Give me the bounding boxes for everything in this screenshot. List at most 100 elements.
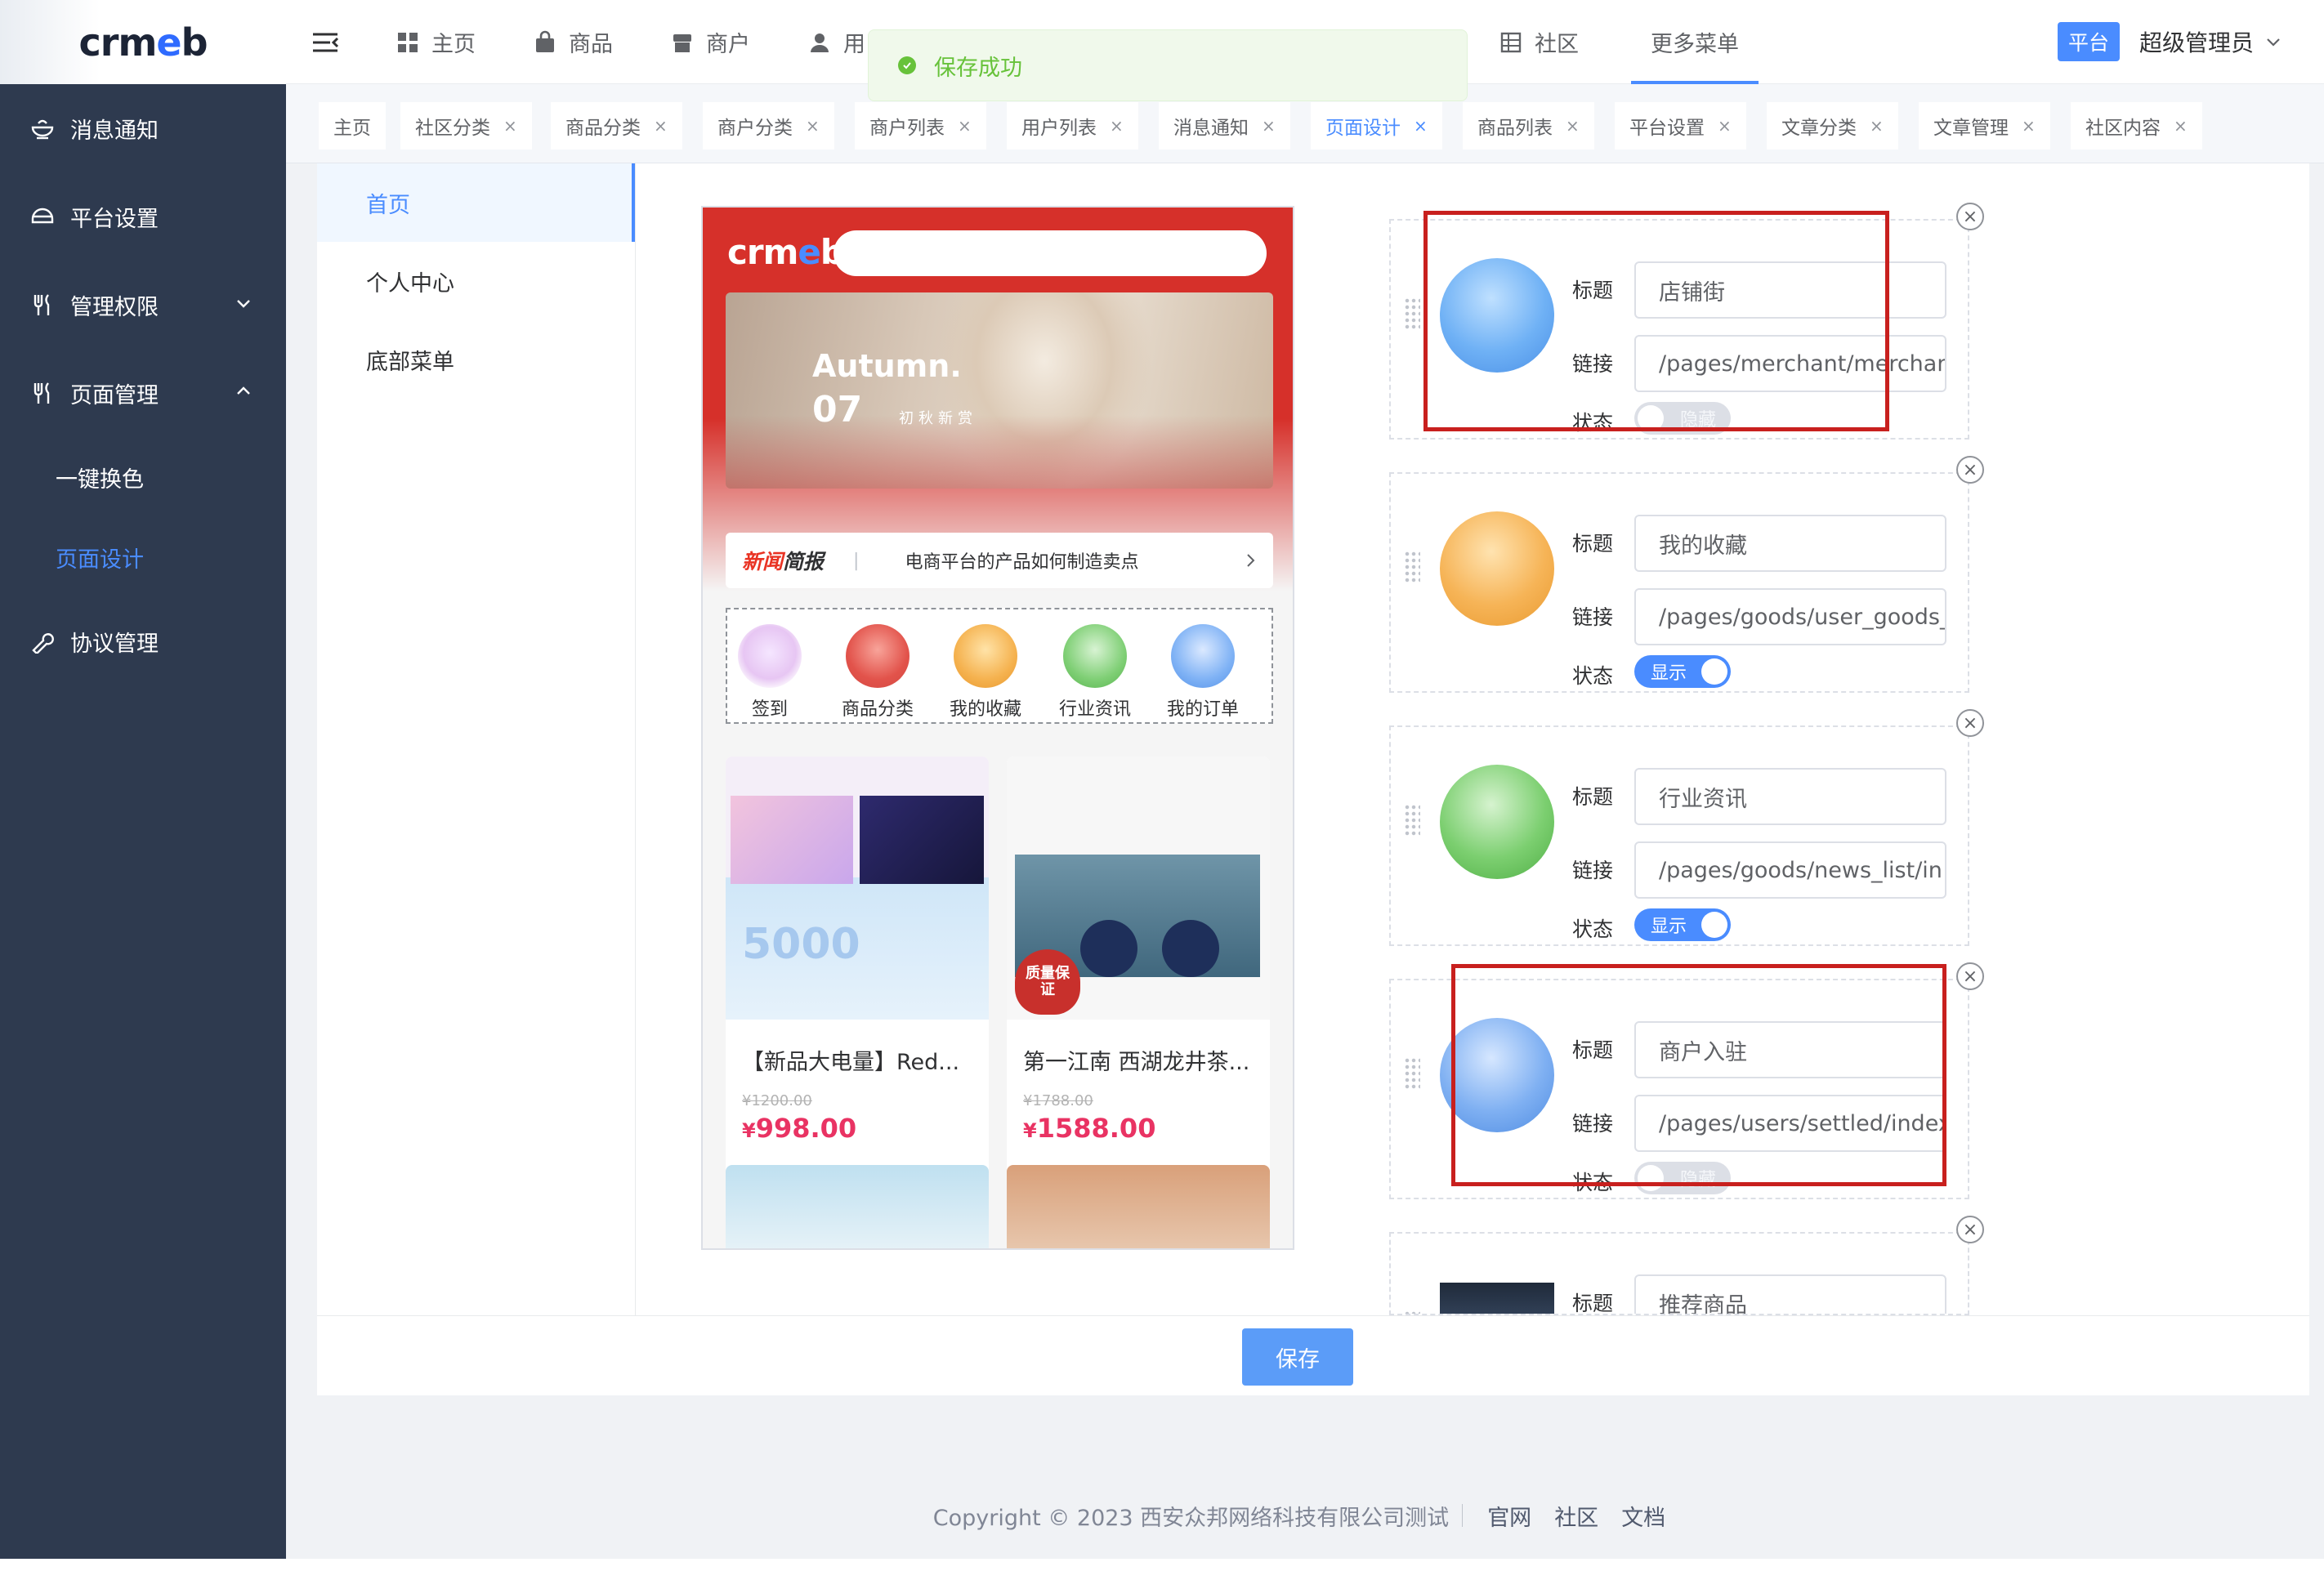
tab-11[interactable]: 文章管理 ×	[1919, 102, 2050, 150]
tab-close-icon[interactable]: ×	[1870, 116, 1884, 136]
sidebar-subitem-label: 页面设计	[56, 547, 144, 573]
preview-logo: crmeb	[727, 232, 845, 272]
tab-close-icon[interactable]: ×	[1718, 116, 1732, 136]
footer-divider	[1462, 1504, 1464, 1527]
product-image-tea: 质量保证	[1007, 757, 1270, 1020]
drag-handle-icon[interactable]	[1404, 804, 1420, 837]
recommend-thumb-icon[interactable]	[1440, 1283, 1554, 1314]
tab-close-icon[interactable]: ×	[806, 116, 820, 136]
grid-icon	[398, 32, 418, 52]
favorite-box-icon[interactable]	[1440, 511, 1554, 626]
news-tag-a: 新闻	[742, 550, 784, 574]
tab-close-icon[interactable]: ×	[654, 116, 668, 136]
tab-5[interactable]: 用户列表 ×	[1007, 102, 1138, 150]
title-input[interactable]: 行业资讯	[1634, 768, 1946, 825]
link-input[interactable]: /pages/goods/news_list/in	[1634, 841, 1946, 899]
page-type-bottom-menu[interactable]: 底部菜单	[317, 320, 635, 399]
preview-search-bar[interactable]	[834, 230, 1267, 276]
footer-link-official[interactable]: 官网	[1487, 1500, 1531, 1532]
nav-goods[interactable]: 商品	[533, 0, 613, 84]
tab-2[interactable]: 商品分类 ×	[551, 102, 682, 150]
highlight-box	[1423, 211, 1889, 431]
status-toggle[interactable]: 显示	[1634, 908, 1731, 941]
favorite-icon	[954, 624, 1017, 688]
preview-product-card-partial[interactable]	[1007, 1165, 1270, 1248]
tab-0[interactable]: 主页	[319, 102, 386, 150]
footer-link-docs[interactable]: 文档	[1621, 1500, 1665, 1532]
tab-7[interactable]: 页面设计 ×	[1311, 102, 1442, 150]
drag-handle-icon[interactable]	[1404, 1057, 1420, 1090]
nav-user[interactable]: 用	[807, 0, 865, 84]
tab-close-icon[interactable]: ×	[2022, 116, 2036, 136]
drag-handle-icon[interactable]	[1404, 551, 1420, 583]
status-toggle[interactable]: 显示	[1634, 655, 1731, 688]
save-button[interactable]: 保存	[1242, 1328, 1353, 1386]
logo[interactable]: crmeb	[0, 0, 286, 84]
sidebar-subitem-page-design[interactable]: 页面设计	[0, 517, 286, 597]
preview-nav-news[interactable]: 行业资讯	[1046, 624, 1144, 721]
tab-6[interactable]: 消息通知 ×	[1159, 102, 1290, 150]
tab-4[interactable]: 商户列表 ×	[855, 102, 986, 150]
toast-message: 保存成功	[934, 55, 1022, 81]
remove-item-icon[interactable]: ×	[1956, 962, 1984, 990]
nav-community[interactable]: 社区	[1499, 0, 1579, 84]
menu-toggle-icon[interactable]	[311, 28, 340, 57]
tab-close-icon[interactable]: ×	[1566, 116, 1580, 136]
tab-label: 平台设置	[1629, 118, 1705, 139]
page-type-profile[interactable]: 个人中心	[317, 242, 635, 320]
title-input[interactable]: 我的收藏	[1634, 515, 1946, 572]
preview-nav-favorite[interactable]: 我的收藏	[936, 624, 1035, 721]
admin-dropdown[interactable]: 超级管理员	[2139, 21, 2283, 62]
preview-nav-category[interactable]: 商品分类	[829, 624, 927, 721]
remove-item-icon[interactable]: ×	[1956, 456, 1984, 484]
tab-12[interactable]: 社区内容 ×	[2071, 102, 2202, 150]
tab-close-icon[interactable]: ×	[1414, 116, 1428, 136]
orders-icon	[1171, 624, 1235, 688]
tab-close-icon[interactable]: ×	[1110, 116, 1124, 136]
wrench-icon	[28, 627, 57, 656]
sidebar-item-message[interactable]: 消息通知	[0, 84, 286, 172]
tab-close-icon[interactable]: ×	[958, 116, 972, 136]
preview-product-card-partial[interactable]	[726, 1165, 989, 1248]
remove-item-icon[interactable]: ×	[1956, 709, 1984, 737]
sidebar-item-platform[interactable]: 平台设置	[0, 172, 286, 261]
sidebar-item-agreement[interactable]: 协议管理	[0, 597, 286, 685]
preview-nav-checkin[interactable]: 签到	[721, 624, 819, 721]
field-label-title: 标题	[1572, 1292, 1614, 1315]
remove-item-icon[interactable]: ×	[1956, 1216, 1984, 1243]
preview-banner[interactable]: Autumn. 07 初秋新赏	[726, 292, 1273, 489]
check-circle-icon	[898, 56, 916, 74]
tab-10[interactable]: 文章分类 ×	[1767, 102, 1898, 150]
tab-1[interactable]: 社区分类 ×	[400, 102, 532, 150]
tab-close-icon[interactable]: ×	[503, 116, 517, 136]
tab-close-icon[interactable]: ×	[2174, 116, 2188, 136]
tab-8[interactable]: 商品列表 ×	[1463, 102, 1594, 150]
platform-badge[interactable]: 平台	[2058, 22, 2120, 61]
tab-close-icon[interactable]: ×	[1262, 116, 1276, 136]
nav-home[interactable]: 主页	[396, 0, 476, 84]
preview-nav-label: 我的订单	[1166, 699, 1239, 720]
drag-handle-icon[interactable]	[1404, 297, 1420, 330]
sidebar-item-page-manage[interactable]: 页面管理	[0, 349, 286, 437]
footer-link-community[interactable]: 社区	[1554, 1500, 1598, 1532]
link-input[interactable]: /pages/goods/user_goods_	[1634, 588, 1946, 645]
sidebar-subitem-theme-color[interactable]: 一键换色	[0, 437, 286, 517]
tab-label: 页面设计	[1325, 118, 1401, 139]
shop-icon	[673, 33, 691, 52]
preview-nav-orders[interactable]: 我的订单	[1154, 624, 1252, 721]
nav-merchant[interactable]: 商户	[670, 0, 750, 84]
category-icon	[846, 624, 909, 688]
tab-label: 社区内容	[2085, 118, 2161, 139]
tab-3[interactable]: 商户分类 ×	[703, 102, 834, 150]
product-old-price: ¥1788.00	[1023, 1092, 1093, 1109]
title-input[interactable]: 推荐商品	[1634, 1274, 1946, 1314]
news-mail-icon[interactable]	[1440, 765, 1554, 879]
remove-item-icon[interactable]: ×	[1956, 203, 1984, 230]
nav-more-menu[interactable]: 更多菜单	[1631, 0, 1759, 84]
sidebar-menu: 消息通知 平台设置 管理权限 页面管理 一键换色 页面设计 协议管理	[0, 84, 286, 685]
sidebar-item-permission[interactable]: 管理权限	[0, 261, 286, 349]
page-type-home[interactable]: 首页	[317, 163, 635, 242]
tab-9[interactable]: 平台设置 ×	[1615, 102, 1746, 150]
page-type-menu: 首页 个人中心 底部菜单	[317, 163, 636, 1315]
preview-news-bar[interactable]: 新闻 简报 | 电商平台的产品如何制造卖点	[726, 533, 1273, 588]
